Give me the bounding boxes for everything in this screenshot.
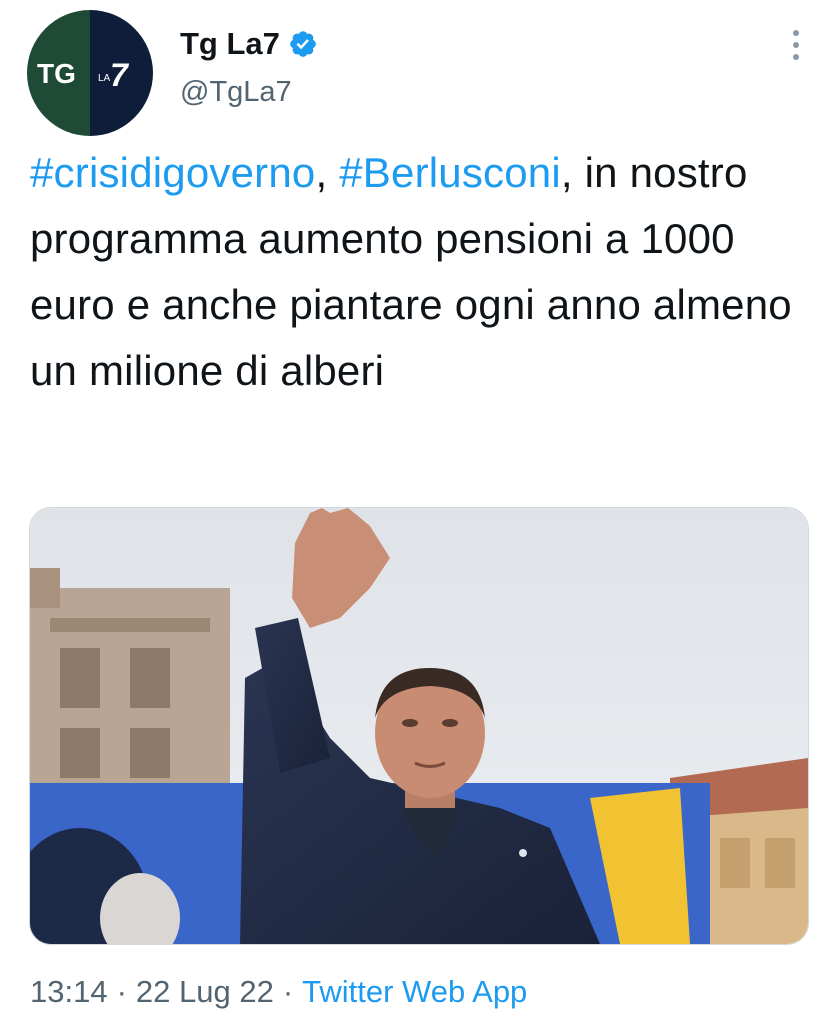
- hashtag-crisidigoverno[interactable]: #crisidigoverno: [30, 149, 315, 196]
- more-options-icon[interactable]: [789, 30, 803, 64]
- author-info: Tg La7 @TgLa7: [180, 24, 318, 112]
- hashtag-berlusconi[interactable]: #Berlusconi: [339, 149, 561, 196]
- tweet-photo[interactable]: [29, 507, 809, 945]
- name-row: Tg La7: [180, 24, 318, 64]
- tweet-time[interactable]: 13:14: [30, 974, 108, 1009]
- photo-illustration: [30, 508, 808, 944]
- meta-dot-separator: ·: [282, 974, 294, 1009]
- meta-dot-separator: ·: [116, 974, 127, 1009]
- tweet-meta: 13:14 · 22 Lug 22 · Twitter Web App: [30, 970, 527, 1014]
- tweet-text: #crisidigoverno, #Berlusconi, in nostro …: [30, 140, 800, 404]
- author-handle[interactable]: @TgLa7: [180, 72, 318, 112]
- tg-la7-logo-icon: TG LA 7: [27, 10, 153, 136]
- avatar-la-text: LA: [98, 73, 111, 84]
- author-avatar[interactable]: TG LA 7: [27, 10, 153, 136]
- author-display-name[interactable]: Tg La7: [180, 24, 280, 64]
- tweet-text-separator: ,: [315, 149, 340, 196]
- avatar-7-text: 7: [110, 57, 130, 93]
- tweet-card: TG LA 7 Tg La7 @TgLa7 #crisidigoverno, #…: [0, 0, 835, 1023]
- verified-badge-icon: [290, 31, 316, 57]
- tweet-source-link[interactable]: Twitter Web App: [302, 974, 527, 1009]
- avatar-tg-text: TG: [37, 58, 76, 89]
- tweet-date[interactable]: 22 Lug 22: [136, 974, 274, 1009]
